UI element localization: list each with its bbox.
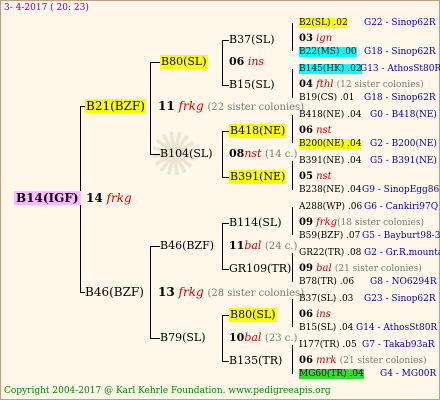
queen-g3-1[interactable]: B37(SL)	[229, 33, 275, 47]
connector	[292, 299, 293, 327]
connector	[292, 161, 293, 190]
g2-1-year-line: 06 ins	[229, 55, 265, 68]
queen-g3-8[interactable]: B135(TR)	[229, 354, 282, 368]
g4-row: B238(NE) .04	[299, 185, 362, 195]
queen-root[interactable]: B14(IGF)	[14, 191, 81, 205]
g2-3-year-line: 11bal (24 c.)	[229, 239, 298, 252]
sire-year: 11	[158, 99, 175, 113]
connector	[222, 40, 229, 41]
connector	[150, 246, 160, 247]
connector	[222, 315, 229, 316]
g4-row-right: G14 - AthosSt80R	[356, 323, 438, 333]
connector	[222, 223, 223, 269]
g4-row-right: G8 - NO6294R	[370, 277, 437, 287]
connector	[222, 177, 229, 178]
connector	[222, 223, 229, 224]
connector	[222, 85, 229, 86]
queen-dam[interactable]: B46(BZF)	[85, 285, 144, 299]
sire-note: (22 sister colonies)	[207, 102, 305, 113]
g4-row-right: G4 - MG00R	[380, 369, 437, 379]
sire-line: frkg	[178, 99, 204, 113]
g4-row-right: G9 - SinopEgg86R	[362, 185, 440, 195]
root-year: 14	[86, 191, 103, 205]
g4-row-right: G22 - Sinop62R	[364, 18, 436, 28]
footer-copyright: Copyright 2004-2017 @ Karl Kehrle Founda…	[4, 386, 331, 396]
g4-row: I177(TR) .05	[299, 340, 357, 350]
g3-row-4: 05 nst	[299, 171, 332, 182]
queen-g3-6[interactable]: GR109(TR)	[229, 262, 291, 276]
queen-g3-3[interactable]: B418(NE)	[229, 124, 287, 138]
dam-year-line: 13 frkg (28 sister colonies)	[158, 285, 304, 301]
connector	[150, 246, 151, 338]
queen-g3-5[interactable]: B114(SL)	[229, 216, 282, 230]
g4-row-right: G6 - Cankiri97Q	[364, 202, 439, 212]
g4-row: GR22(TR) .08	[299, 248, 362, 258]
g3-row-5: 09 frkg(18 sister colonies)	[299, 217, 424, 228]
connector	[292, 207, 293, 235]
g2-2-year-line: 08nst (14 c.)	[229, 147, 298, 160]
g4-row: B200(NE) .04	[299, 139, 362, 149]
sire-year-line: 11 frkg (22 sister colonies)	[158, 99, 304, 115]
dam-note: (28 sister colonies)	[207, 288, 305, 299]
queen-g3-4[interactable]: B391(NE)	[229, 170, 287, 184]
connector	[292, 345, 293, 374]
g4-row-right: G13 - AthosSt80R	[360, 64, 440, 74]
connector	[222, 269, 229, 270]
g4-row-right: G18 - Sinop62R	[364, 47, 436, 57]
connector	[292, 23, 293, 51]
g4-row: A288(WP) .06	[299, 202, 363, 212]
dam-year: 13	[158, 285, 175, 299]
g4-row: B78(TR) .06	[299, 277, 355, 287]
g3-row-1: 03 ign	[299, 33, 333, 44]
connector	[292, 115, 293, 143]
queen-g2-4[interactable]: B79(SL)	[160, 331, 206, 345]
g4-row-right: G18 - Sinop62R	[364, 93, 436, 103]
connector	[222, 131, 223, 177]
connector	[292, 253, 293, 282]
g3-row-7: 06 ins	[299, 309, 331, 320]
g4-row: B19(CS) .01	[299, 93, 355, 103]
g4-row: B37(SL) .03	[299, 294, 354, 304]
connector	[150, 62, 160, 63]
queen-g2-2[interactable]: B104(SL)	[160, 147, 213, 161]
g4-row: B15(SL) .04	[299, 323, 354, 333]
queen-g2-3[interactable]: B46(BZF)	[160, 239, 214, 253]
queen-g3-7[interactable]: B80(SL)	[229, 308, 277, 322]
g4-row-right: G2 - B200(NE)	[370, 139, 437, 149]
g4-row-right: G5 - Bayburt98-3	[362, 231, 440, 241]
queen-g2-1[interactable]: B80(SL)	[160, 55, 208, 69]
g4-row-right: G7 - Takab93aR	[362, 340, 435, 350]
connector	[292, 69, 293, 98]
g4-row: MG60(TR) .04	[299, 369, 364, 379]
root-year-line: 14 frkg	[86, 191, 132, 205]
queen-g3-2[interactable]: B15(SL)	[229, 78, 275, 92]
g3-row-2: 04 fthl (12 sister colonies)	[299, 79, 424, 90]
g2-4-year-line: 10bal (23 c.)	[229, 331, 298, 344]
g4-row: B145(HK) .02	[299, 64, 362, 74]
g3-row-6: 09 bal (21 sister colonies)	[299, 263, 422, 274]
connector	[222, 40, 223, 85]
queen-sire[interactable]: B21(BZF)	[85, 99, 146, 113]
g4-row: B391(NE) .04	[299, 156, 362, 166]
g4-row: B2(SL) .02	[299, 18, 348, 28]
dam-line: frkg	[178, 285, 204, 299]
connector	[222, 361, 229, 362]
g3-row-3: 06 nst	[299, 125, 332, 136]
g4-row-right: G23 - Sinop62R	[364, 294, 436, 304]
header-date: 3- 4-2017 ( 20: 23)	[4, 3, 89, 13]
g4-row: B22(MS) .00	[299, 47, 357, 57]
connector	[222, 131, 229, 132]
connector	[150, 62, 151, 154]
g3-row-8: 06 mrk (21 sister colonies)	[299, 355, 427, 366]
root-line: frkg	[106, 191, 132, 205]
connector	[150, 338, 160, 339]
g4-row: B418(NE) .04	[299, 110, 362, 120]
connector	[222, 315, 223, 361]
g4-row-right: G2 - Gr.R.mounta	[364, 248, 440, 258]
g4-row-right: G0 - B418(NE)	[370, 110, 437, 120]
g4-row-right: G5 - B391(NE)	[370, 156, 437, 166]
g4-row: B59(BZF) .07	[299, 231, 361, 241]
connector	[150, 154, 160, 155]
